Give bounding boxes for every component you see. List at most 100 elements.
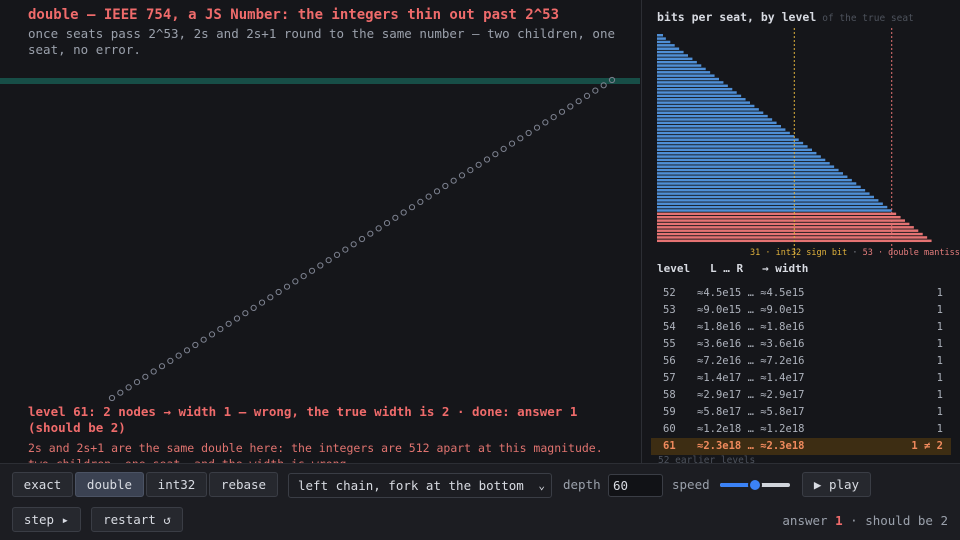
bits-bar [657, 114, 768, 118]
bits-bar [657, 101, 750, 104]
tree-node [517, 135, 524, 142]
bits-bar [657, 91, 737, 94]
tree-node [558, 108, 566, 115]
table-row: 59 ≈5.8e17 … ≈5.8e17 1 [651, 404, 951, 421]
tree-node [400, 209, 407, 216]
bits-bar [657, 118, 773, 121]
tree-node [417, 198, 424, 205]
table-row: 52 ≈4.5e15 … ≈4.5e15 1 [651, 285, 951, 302]
bits-bar [657, 165, 835, 168]
speed-slider-thumb[interactable] [748, 478, 762, 492]
tree-node [183, 347, 191, 354]
tree-node [317, 262, 324, 269]
bits-bar [657, 182, 857, 185]
tree-node [108, 394, 116, 402]
tree-node [575, 98, 582, 105]
double-marker-label: 53 · double mantissa [862, 248, 960, 258]
tree-node [583, 92, 591, 100]
controls-bar: exact double int32 rebase left chain, fork … [0, 463, 960, 540]
tree-node [167, 357, 174, 364]
bits-bar [657, 189, 866, 192]
tree-node [283, 283, 291, 290]
tree-node [208, 331, 216, 338]
bits-bar-lossy [657, 229, 919, 232]
play-button[interactable]: ▶ play [802, 472, 871, 497]
bits-bar-lossy [657, 219, 905, 222]
depth-input[interactable]: 60 [608, 474, 663, 497]
tree-node [467, 167, 474, 174]
tree-node [508, 140, 516, 147]
mode-button-int32[interactable]: int32 [146, 472, 207, 497]
bits-bar-lossy [657, 212, 897, 216]
tree-node [408, 204, 416, 211]
restart-button[interactable]: restart ↺ [91, 507, 183, 532]
cell-width: 1 [936, 406, 943, 418]
bits-bar [657, 178, 852, 182]
tree-node [608, 76, 616, 84]
tree-node [425, 193, 432, 200]
bits-bar [657, 74, 715, 77]
bits-bar-lossy [657, 226, 914, 229]
tree-node [458, 172, 466, 179]
tree-node [200, 336, 207, 343]
earlier-levels-note: 52 earlier levels [658, 455, 756, 463]
tree-node [242, 310, 249, 317]
cell-width: 1 ≠ 2 [911, 440, 943, 452]
table-row: 56 ≈7.2e16 … ≈7.2e16 1 [651, 353, 951, 370]
mode-button-double[interactable]: double [75, 472, 144, 497]
bits-bar [657, 185, 861, 189]
mode-button-rebase[interactable]: rebase [209, 472, 278, 497]
cell-width: 1 [936, 321, 943, 333]
tree-node [542, 119, 549, 126]
bits-bar [657, 141, 804, 145]
cell-range: ≈5.8e17 … ≈5.8e17 [697, 406, 805, 418]
tree-node [150, 368, 157, 375]
bits-bar [657, 64, 702, 67]
cell-range: ≈1.4e17 … ≈1.4e17 [697, 372, 805, 384]
tree-node [350, 241, 357, 248]
tree-node [175, 352, 182, 359]
tree-node [600, 82, 607, 89]
tree-shape-value: left chain, fork at the bottom [298, 478, 524, 493]
bits-bar-lossy [657, 222, 910, 226]
tree-node [533, 124, 541, 131]
bits-bar [657, 158, 826, 162]
tree-node [567, 103, 574, 110]
tree-node [117, 389, 124, 396]
tree-node [250, 304, 257, 311]
cell-range: ≈9.0e15 … ≈9.0e15 [697, 304, 805, 316]
tree-node [142, 373, 149, 380]
bits-bar [657, 175, 848, 179]
bits-bar [657, 135, 795, 138]
bits-bar [657, 47, 680, 50]
tree-node [367, 230, 374, 237]
tree-node [217, 326, 224, 333]
speed-slider[interactable] [720, 478, 790, 492]
tree-node [233, 315, 241, 322]
bits-bar [657, 131, 790, 135]
bits-bar [657, 124, 781, 128]
cell-range: ≈1.8e16 … ≈1.8e16 [697, 321, 805, 333]
cell-level: 57 [663, 372, 676, 384]
tree-node [475, 161, 482, 168]
bits-bar [657, 209, 892, 212]
cell-width: 1 [936, 372, 943, 384]
tree-node [525, 129, 532, 137]
bits-bar [657, 205, 888, 209]
bits-bar [657, 111, 764, 114]
tree-shape-select[interactable]: left chain, fork at the bottom ⌄ [288, 473, 552, 498]
cell-range: ≈3.6e16 … ≈3.6e16 [697, 338, 805, 350]
tree-node [325, 257, 332, 264]
cell-width: 1 [936, 423, 943, 435]
bits-bar [657, 155, 821, 158]
step-button[interactable]: step ▸ [12, 507, 81, 532]
cell-width: 1 [936, 287, 943, 299]
bits-bar-lossy [657, 232, 923, 236]
bits-bar [657, 50, 684, 54]
mode-button-exact[interactable]: exact [12, 472, 73, 497]
cell-width: 1 [936, 355, 943, 367]
bits-bar [657, 151, 817, 155]
header-range: L … R [710, 262, 744, 275]
tree-node [550, 114, 557, 121]
tree-node [292, 278, 299, 285]
